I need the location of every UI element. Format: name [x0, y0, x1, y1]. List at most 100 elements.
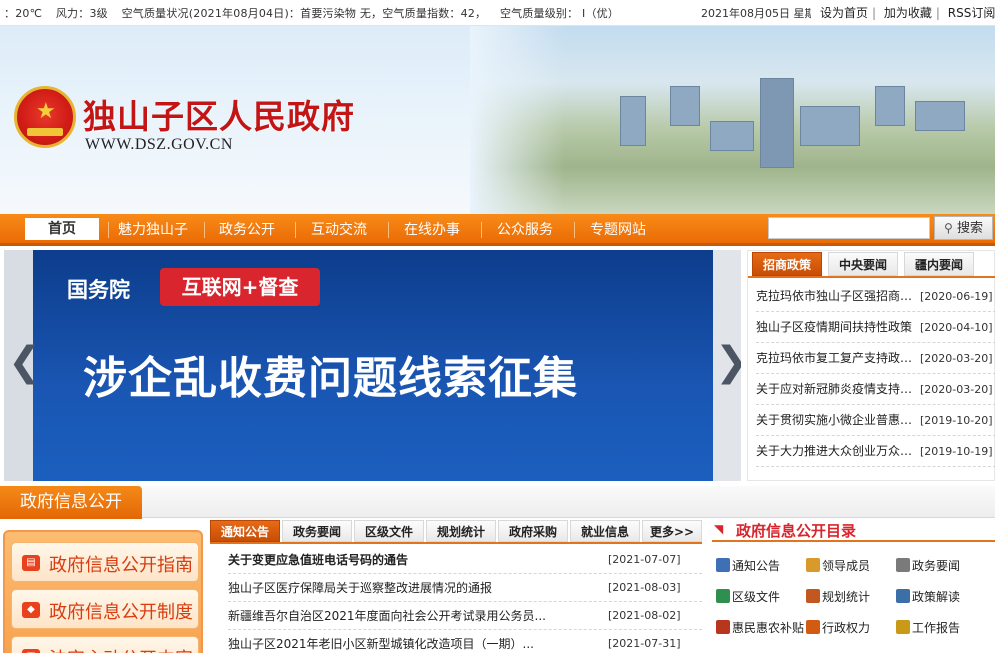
tab-procurement[interactable]: 政府采购: [498, 520, 568, 542]
list-item[interactable]: 克拉玛依市独山子区强招商促发展的若干措施[2020-06-19]: [756, 281, 995, 312]
notice-icon: [716, 558, 730, 572]
list-item[interactable]: 新疆维吾尔自治区2021年度面向社会公开考试录用公务员... [2021-08-0…: [228, 602, 702, 630]
disclosure-catalog: ◥ 政府信息公开目录 通知公告 领导成员 政务要闻 区级文件 规划统计 政策解读…: [712, 518, 995, 653]
catalog-item-notices[interactable]: 通知公告: [716, 556, 780, 576]
trophy-icon: [896, 620, 910, 634]
tab-central-news[interactable]: 中央要闻: [828, 252, 898, 276]
list-item[interactable]: 关于贯彻实施小微企业普惠性税收减免政策[2019-10-20]: [756, 405, 995, 436]
nav-item-public-service[interactable]: 公众服务: [497, 219, 553, 239]
list-item[interactable]: 克拉玛依市复工复产支持政策汇编[2020-03-20]: [756, 343, 995, 374]
announcement-title[interactable]: 关于变更应急值班电话号码的通告: [228, 546, 588, 574]
catalog-item-district-docs[interactable]: 区级文件: [716, 587, 780, 607]
building-shape: [915, 101, 965, 131]
slide-org: 国务院: [67, 278, 130, 302]
catalog-item-label: 领导成员: [822, 559, 871, 573]
news-date: [2019-10-20]: [920, 414, 993, 427]
info-disclosure-panel: ▤ 政府信息公开指南 ◆ 政府信息公开制度 ▦ 法定主动公开内容: [3, 530, 203, 653]
banner-slider[interactable]: 国务院 互联网+督查 涉企乱收费问题线索征集 ❮ ❯: [4, 250, 741, 481]
news-title[interactable]: 关于应对新冠肺炎疫情支持中小企业的措施: [756, 374, 918, 405]
policy-news-list: 克拉玛依市独山子区强招商促发展的若干措施[2020-06-19] 独山子区疫情期…: [756, 281, 995, 467]
list-item[interactable]: 独山子区疫情期间扶持性政策 [2020-04-10]: [756, 312, 995, 343]
tab-planning-stats[interactable]: 规划统计: [426, 520, 496, 542]
news-title[interactable]: 克拉玛依市独山子区强招商促发展的若干措施: [756, 281, 918, 312]
air-quality: 空气质量状况(2021年08月04日)：首要污染物 无，空气质量指数：42，: [121, 7, 487, 20]
proactive-disclosure-label: 法定主动公开内容: [49, 645, 193, 653]
policy-news-box: 招商政策 中央要闻 疆内要闻 克拉玛依市独山子区强招商促发展的若干措施[2020…: [747, 250, 995, 481]
disclosure-guide-button[interactable]: ▤ 政府信息公开指南: [11, 542, 199, 582]
tab-gov-news[interactable]: 政务要闻: [282, 520, 352, 542]
catalog-item-label: 区级文件: [732, 590, 781, 604]
list-item[interactable]: 关于变更应急值班电话号码的通告 [2021-07-07]: [228, 546, 702, 574]
nav-item-online-service[interactable]: 在线办事: [404, 219, 460, 239]
list-item[interactable]: 独山子区医疗保障局关于巡察整改进展情况的通报 [2021-08-03]: [228, 574, 702, 602]
news-date: [2020-03-20]: [920, 383, 993, 396]
power-icon: [806, 620, 820, 634]
list-item[interactable]: 关于应对新冠肺炎疫情支持中小企业的措施[2020-03-20]: [756, 374, 995, 405]
announcement-title[interactable]: 新疆维吾尔自治区2021年度面向社会公开考试录用公务员...: [228, 602, 588, 630]
content-icon: ▦: [22, 649, 40, 653]
temperature: ：20℃: [4, 7, 43, 20]
city-skyline-image: [470, 26, 995, 214]
nav-item-special-sites[interactable]: 专题网站: [590, 219, 646, 239]
tab-district-docs[interactable]: 区级文件: [354, 520, 424, 542]
nav-item-gov-affairs[interactable]: 政务公开: [219, 219, 275, 239]
tab-underline: [748, 276, 995, 278]
nav-home[interactable]: 首页: [25, 218, 99, 240]
chart-icon: [806, 589, 820, 603]
announcement-date: [2021-07-07]: [608, 553, 681, 566]
tab-employment[interactable]: 就业信息: [570, 520, 640, 542]
disclosure-rules-label: 政府信息公开制度: [49, 602, 193, 623]
disclosure-rules-button[interactable]: ◆ 政府信息公开制度: [11, 589, 199, 629]
building-shape: [760, 78, 794, 168]
slide-pane[interactable]: 国务院 互联网+督查 涉企乱收费问题线索征集: [33, 250, 713, 481]
nav-item-interaction[interactable]: 互动交流: [311, 219, 367, 239]
catalog-flag-icon: ◥: [714, 522, 724, 536]
catalog-item-admin-power[interactable]: 行政权力: [806, 618, 870, 638]
announcement-title[interactable]: 独山子区2021年老旧小区新型城镇化改造项目（一期）...: [228, 630, 588, 653]
rules-icon: ◆: [22, 602, 40, 618]
search-button[interactable]: ⚲ 搜索: [934, 216, 993, 240]
announcement-title[interactable]: 独山子区医疗保障局关于巡察整改进展情况的通报: [228, 574, 588, 602]
announcements-box: 通知公告 政务要闻 区级文件 规划统计 政府采购 就业信息 更多>> 关于变更应…: [210, 520, 702, 653]
tab-more[interactable]: 更多>>: [642, 520, 702, 542]
news-date: [2020-06-19]: [920, 290, 993, 303]
tab-notices[interactable]: 通知公告: [210, 520, 280, 542]
slider-prev-icon[interactable]: ❮: [8, 342, 42, 382]
news-title[interactable]: 关于大力推进大众创业万众创新若干政策措施: [756, 436, 918, 467]
news-title[interactable]: 独山子区疫情期间扶持性政策: [756, 312, 918, 343]
catalog-item-policy-interpretation[interactable]: 政策解读: [896, 587, 960, 607]
tab-investment-policy[interactable]: 招商政策: [752, 252, 822, 276]
catalog-item-gov-news[interactable]: 政务要闻: [896, 556, 960, 576]
list-item[interactable]: 独山子区2021年老旧小区新型城镇化改造项目（一期）... [2021-07-31…: [228, 630, 702, 653]
rss-link[interactable]: RSS订阅: [944, 6, 995, 20]
news-title[interactable]: 克拉玛依市复工复产支持政策汇编: [756, 343, 918, 374]
news-title[interactable]: 关于贯彻实施小微企业普惠性税收减免政策: [756, 405, 918, 436]
catalog-item-work-report[interactable]: 工作报告: [896, 618, 960, 638]
catalog-item-planning-stats[interactable]: 规划统计: [806, 587, 870, 607]
building-shape: [710, 121, 754, 151]
site-title: 独山子区人民政府: [83, 97, 355, 136]
wind-level: 风力：3级: [55, 7, 108, 20]
proactive-disclosure-button[interactable]: ▦ 法定主动公开内容: [11, 636, 199, 653]
tab-xinjiang-news[interactable]: 疆内要闻: [904, 252, 974, 276]
house-icon: [716, 620, 730, 634]
set-homepage-link[interactable]: 设为首页: [816, 6, 872, 20]
slide-headline: 涉企乱收费问题线索征集: [83, 353, 578, 404]
catalog-item-leaders[interactable]: 领导成员: [806, 556, 870, 576]
search-input[interactable]: [768, 217, 930, 239]
nav-item-charm[interactable]: 魅力独山子: [118, 219, 188, 239]
policy-icon: [896, 589, 910, 603]
catalog-item-label: 工作报告: [912, 621, 961, 635]
list-item[interactable]: 关于大力推进大众创业万众创新若干政策措施[2019-10-19]: [756, 436, 995, 467]
air-quality-level: 空气质量级别： Ⅰ（优）: [499, 7, 620, 20]
site-url: WWW.DSZ.GOV.CN: [85, 136, 233, 153]
national-emblem-icon: ★: [14, 86, 76, 148]
slider-next-icon[interactable]: ❯: [715, 342, 741, 382]
catalog-item-label: 政策解读: [912, 590, 961, 604]
catalog-item-subsidies[interactable]: 惠民惠农补贴: [716, 618, 804, 638]
slide-tag: 互联网+督查: [160, 268, 320, 306]
add-favorite-link[interactable]: 加为收藏: [880, 6, 936, 20]
news-date: [2019-10-19]: [920, 445, 993, 458]
search-button-label: 搜索: [956, 221, 983, 236]
news-date: [2020-03-20]: [920, 352, 993, 365]
